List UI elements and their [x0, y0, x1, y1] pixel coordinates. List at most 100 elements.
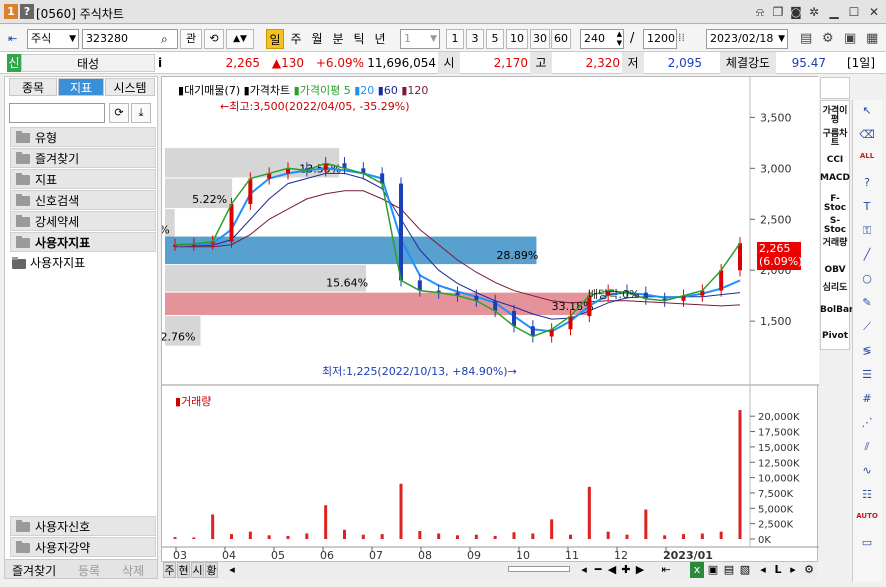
menu-type[interactable]: 유형: [10, 127, 156, 147]
search-input[interactable]: [9, 103, 105, 123]
period-month[interactable]: 월: [308, 29, 326, 49]
eraser-icon[interactable]: ⌫: [856, 128, 878, 146]
tab-ju[interactable]: 주: [163, 562, 176, 578]
legend-ma20[interactable]: ▮20: [354, 84, 374, 97]
ind-volume[interactable]: 거래량: [820, 239, 850, 248]
all-icon[interactable]: ALL: [856, 152, 878, 170]
line-icon[interactable]: ╱: [856, 248, 878, 266]
chart-svg[interactable]: 13.55%5.22%0.76%28.89%15.64%33.18%2.76%3…: [135, 77, 819, 580]
scroll-left-end-icon[interactable]: ◂: [756, 562, 770, 578]
ind-cloud[interactable]: 구름차트: [820, 130, 850, 148]
updown-icon[interactable]: ▲▼: [226, 29, 254, 49]
help-badge[interactable]: ?: [20, 4, 34, 19]
num-5-button[interactable]: 5: [486, 29, 504, 49]
total-input[interactable]: 1200: [643, 29, 677, 49]
menu-indicators[interactable]: 지표: [10, 169, 156, 189]
copy-icon[interactable]: ❐: [770, 4, 786, 20]
cursor-icon[interactable]: ↖: [856, 104, 878, 122]
lock-icon[interactable]: ⚿: [856, 224, 878, 242]
search-icon[interactable]: ⌕: [161, 32, 168, 47]
camera-icon[interactable]: ◙: [788, 4, 804, 20]
tab-hyun[interactable]: 현: [177, 562, 190, 578]
menu-signal-search[interactable]: 신호검색: [10, 190, 156, 210]
kwan-button[interactable]: 관: [180, 29, 202, 49]
download-icon[interactable]: ⤓: [131, 103, 151, 123]
tab-si[interactable]: 시: [191, 562, 204, 578]
refresh-icon[interactable]: ⟳: [109, 103, 129, 123]
fan-icon[interactable]: ⋰: [856, 416, 878, 434]
bar-count-input[interactable]: 240 ▲ ▼: [580, 29, 624, 49]
legend-ma120[interactable]: ▮120: [401, 84, 428, 97]
maximize-icon[interactable]: ☐: [846, 4, 862, 20]
menu-user-indicator[interactable]: 사용자지표: [10, 232, 156, 252]
ind-cci[interactable]: CCI: [820, 156, 850, 165]
question-icon[interactable]: ?: [856, 176, 878, 194]
excel-icon[interactable]: x: [690, 562, 704, 578]
print-icon[interactable]: ▤: [800, 31, 812, 46]
ind-fstoc[interactable]: F-Stoc: [820, 195, 850, 213]
menu-user-signal[interactable]: 사용자신호: [10, 516, 156, 536]
market-select[interactable]: 주식 ▼: [27, 29, 79, 49]
period-minute[interactable]: 분: [329, 29, 347, 49]
save-icon[interactable]: ▣: [844, 31, 856, 46]
ind-psy[interactable]: 심리도: [820, 284, 850, 293]
menu-user-strength[interactable]: 사용자강약: [10, 537, 156, 557]
legend-supply[interactable]: ▮대기매물(7): [178, 84, 240, 97]
gear-icon[interactable]: ✲: [806, 4, 822, 20]
tab-indicators[interactable]: 지표: [58, 78, 104, 96]
panel-icon[interactable]: ▭: [856, 536, 878, 554]
ind-pivot[interactable]: Pivot: [820, 332, 850, 341]
delete-button[interactable]: 삭제: [122, 562, 144, 579]
trend-icon[interactable]: ⟋: [856, 320, 878, 338]
layout-icon[interactable]: ▦: [866, 31, 878, 46]
text-icon[interactable]: T: [856, 200, 878, 218]
period-week[interactable]: 주: [287, 29, 305, 49]
next-icon[interactable]: ▶: [634, 562, 646, 578]
circle-icon[interactable]: ○: [856, 272, 878, 290]
nav-back-icon[interactable]: ⇤: [8, 32, 24, 46]
step-back-icon[interactable]: ◂: [578, 562, 590, 578]
num-1-button[interactable]: 1: [446, 29, 464, 49]
period-day[interactable]: 일: [266, 29, 284, 49]
close-icon[interactable]: ✕: [866, 4, 882, 20]
ind-obv[interactable]: OBV: [820, 266, 850, 275]
print-icon[interactable]: ▤: [722, 562, 736, 578]
settings-icon[interactable]: ⚙: [822, 31, 834, 46]
refresh-icon[interactable]: ⟲: [204, 29, 224, 49]
tab-system[interactable]: 시스템: [105, 78, 155, 96]
chart-area[interactable]: 13.55%5.22%0.76%28.89%15.64%33.18%2.76%3…: [135, 76, 819, 580]
sub-user-indicator[interactable]: 사용자지표: [12, 254, 85, 271]
prev-icon[interactable]: ◀: [606, 562, 618, 578]
tab-stocks[interactable]: 종목: [9, 78, 57, 96]
zoom-out-icon[interactable]: ━: [592, 562, 604, 578]
grid-icon[interactable]: #: [856, 392, 878, 410]
num-3-button[interactable]: 3: [466, 29, 484, 49]
legend-ma[interactable]: ▮가격이평 5: [294, 84, 351, 97]
stock-name[interactable]: 태성: [21, 54, 155, 72]
info-icon[interactable]: i: [158, 52, 168, 74]
num-60-button[interactable]: 60: [551, 29, 571, 49]
bars-icon[interactable]: ☷: [856, 488, 878, 506]
channel-icon[interactable]: ⫽: [856, 440, 878, 458]
spin-icon[interactable]: ▲ ▼: [617, 30, 622, 48]
minimize-icon[interactable]: ▁: [826, 4, 842, 20]
tab-hwang[interactable]: 황: [205, 562, 218, 578]
legend-price[interactable]: ▮가격차트: [244, 84, 291, 97]
dots-icon[interactable]: ⁞⁞: [678, 31, 685, 44]
window-badge-1[interactable]: 1: [4, 4, 18, 19]
ind-sstoc[interactable]: S-Stoc: [820, 217, 850, 235]
zigzag-icon[interactable]: ≶: [856, 344, 878, 362]
menu-strength[interactable]: 강세약세: [10, 211, 156, 231]
period-year[interactable]: 년: [371, 29, 389, 49]
ind-macd[interactable]: MACD: [820, 174, 850, 183]
image-icon[interactable]: ▧: [738, 562, 752, 578]
latest-icon[interactable]: L: [772, 562, 784, 578]
num-30-button[interactable]: 30: [530, 29, 550, 49]
menu-favorites[interactable]: 즐겨찾기: [10, 148, 156, 168]
zoom-in-icon[interactable]: ✚: [620, 562, 632, 578]
num-10-button[interactable]: 10: [506, 29, 528, 49]
scroll-right-icon[interactable]: ▸: [786, 562, 800, 578]
count-select[interactable]: 1 ▼: [400, 29, 440, 49]
scroll-left-icon[interactable]: ◂: [225, 562, 239, 578]
bell-icon[interactable]: ⍾: [752, 4, 768, 20]
